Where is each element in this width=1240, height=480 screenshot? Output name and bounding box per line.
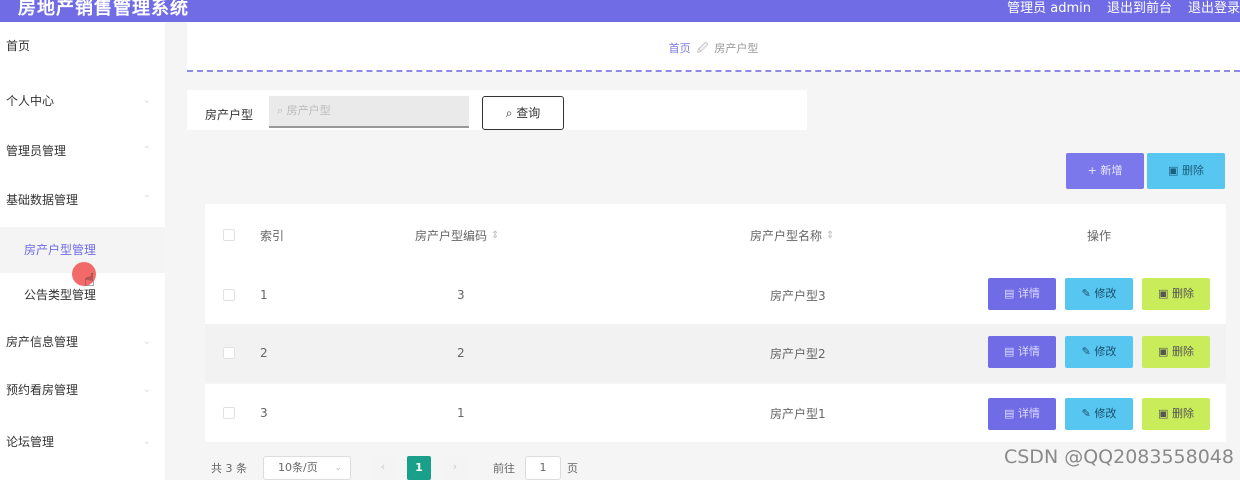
- batch-delete-label: 删除: [1181, 164, 1204, 177]
- chevron-up-icon: ⌃: [142, 194, 151, 205]
- pencil-icon: ✎: [1081, 407, 1091, 420]
- exit-to-front-link[interactable]: 退出到前台: [1107, 0, 1172, 16]
- sidebar: 首页 个人中心 ⌄ 管理员管理 ⌃ 基础数据管理 ⌃ 房产户型管理 公告类型管理 房产…: [0, 22, 165, 480]
- doc-icon: ▤: [1004, 287, 1015, 300]
- batch-delete-button[interactable]: ▣ 删除: [1147, 153, 1225, 189]
- chevron-down-icon: ⌄: [142, 336, 151, 347]
- chevron-down-icon: ⌄: [142, 436, 151, 447]
- page-size-select[interactable]: 10条/页 ⌄: [263, 456, 351, 480]
- sort-icon[interactable]: ⇕: [491, 230, 499, 241]
- cell-index: 1: [260, 288, 268, 302]
- trash-icon: ▣: [1158, 345, 1169, 358]
- breadcrumb: 首页 🖉 房产户型: [187, 22, 1240, 72]
- detail-button[interactable]: ▤ 详情: [988, 278, 1056, 310]
- cell-index: 2: [260, 346, 268, 360]
- column-header-name[interactable]: 房产户型名称 ⇕: [750, 204, 834, 266]
- next-page-button[interactable]: ›: [443, 456, 467, 480]
- watermark: CSDN @QQ2083558048: [1003, 446, 1234, 468]
- page-unit-label: 页: [567, 462, 578, 475]
- pagination-total: 共 3 条: [211, 462, 247, 475]
- chevron-down-icon: ⌄: [142, 95, 151, 106]
- edit-button[interactable]: ✎ 修改: [1065, 398, 1133, 430]
- edit-button[interactable]: ✎ 修改: [1065, 336, 1133, 368]
- doc-icon: ▤: [1004, 345, 1015, 358]
- search-icon: ⌕: [277, 104, 284, 117]
- column-header-actions: 操作: [1087, 228, 1112, 243]
- sidebar-item-label: 房产信息管理: [6, 335, 79, 349]
- cell-code: 2: [457, 346, 465, 360]
- trash-icon: ▣: [1168, 164, 1179, 177]
- sidebar-item-home[interactable]: 首页: [0, 22, 165, 70]
- search-bar: 房产户型 ⌕ 房产户型 ⌕ 查询: [187, 90, 807, 130]
- pencil-icon: ✎: [1081, 345, 1091, 358]
- sidebar-item-label: 首页: [6, 39, 31, 53]
- sidebar-item-label: 论坛管理: [6, 435, 55, 449]
- table-header: 索引 房产户型编码 ⇕ 房产户型名称 ⇕ 操作: [205, 204, 1226, 266]
- sort-icon[interactable]: ⇕: [826, 230, 834, 241]
- table-row: 2 2 房产户型2 ▤ 详情 ✎ 修改 ▣ 删除: [205, 324, 1226, 382]
- main-content: 首页 🖉 房产户型 房产户型 ⌕ 房产户型 ⌕ 查询 + 新增 ▣ 删除 索引 房产…: [165, 22, 1240, 480]
- pin-icon: 🖉: [696, 42, 709, 55]
- trash-icon: ▣: [1158, 407, 1169, 420]
- page-number-button[interactable]: 1: [407, 456, 431, 480]
- sidebar-item-profile[interactable]: 个人中心 ⌄: [0, 77, 165, 125]
- cell-code: 1: [457, 406, 465, 420]
- cell-code: 3: [457, 288, 465, 302]
- sidebar-item-forum[interactable]: 论坛管理 ⌄: [0, 418, 165, 466]
- sidebar-item-label: 预约看房管理: [6, 383, 79, 397]
- top-bar: 房地产销售管理系统 管理员 admin 退出到前台 退出登录: [0, 0, 1240, 22]
- cell-index: 3: [260, 406, 268, 420]
- pencil-icon: ✎: [1081, 287, 1091, 300]
- row-checkbox[interactable]: [223, 347, 235, 359]
- chevron-down-icon: ⌄: [142, 384, 151, 395]
- search-icon: ⌕: [505, 106, 513, 120]
- hand-cursor-icon: ☝: [84, 270, 95, 291]
- table-row: 1 3 房产户型3 ▤ 详情 ✎ 修改 ▣ 删除: [205, 266, 1226, 324]
- detail-button[interactable]: ▤ 详情: [988, 398, 1056, 430]
- breadcrumb-home[interactable]: 首页: [669, 42, 691, 55]
- row-checkbox[interactable]: [223, 289, 235, 301]
- search-button-label: 查询: [516, 106, 541, 120]
- goto-page-input[interactable]: 1: [525, 456, 561, 480]
- search-placeholder: 房产户型: [286, 104, 331, 117]
- search-input[interactable]: ⌕ 房产户型: [269, 96, 469, 128]
- search-label: 房产户型: [205, 108, 254, 122]
- sidebar-item-label: 基础数据管理: [6, 193, 79, 207]
- sidebar-item-house-info[interactable]: 房产信息管理 ⌄: [0, 318, 165, 366]
- trash-icon: ▣: [1158, 287, 1169, 300]
- add-button[interactable]: + 新增: [1066, 153, 1144, 189]
- cell-name: 房产户型2: [770, 346, 826, 361]
- app-title: 房地产销售管理系统: [18, 0, 189, 19]
- top-links: 管理员 admin 退出到前台 退出登录: [1007, 0, 1240, 16]
- column-header-code[interactable]: 房产户型编码 ⇕: [415, 204, 499, 266]
- table-row: 3 1 房产户型1 ▤ 详情 ✎ 修改 ▣ 删除: [205, 384, 1226, 442]
- sidebar-item-admin[interactable]: 管理员管理 ⌃: [0, 127, 165, 175]
- sidebar-item-label: 管理员管理: [6, 144, 67, 158]
- delete-button[interactable]: ▣ 删除: [1142, 336, 1210, 368]
- chevron-down-icon: ⌄: [334, 463, 342, 473]
- breadcrumb-current: 房产户型: [714, 42, 759, 55]
- admin-user-link[interactable]: 管理员 admin: [1007, 0, 1091, 16]
- data-table: 索引 房产户型编码 ⇕ 房产户型名称 ⇕ 操作 1 3 房产户型3 ▤ 详情 ✎ 修…: [205, 204, 1226, 464]
- row-checkbox[interactable]: [223, 407, 235, 419]
- chevron-up-icon: ⌃: [142, 145, 151, 156]
- edit-button[interactable]: ✎ 修改: [1065, 278, 1133, 310]
- detail-button[interactable]: ▤ 详情: [988, 336, 1056, 368]
- sidebar-item-label: 房产户型管理: [24, 243, 97, 257]
- doc-icon: ▤: [1004, 407, 1015, 420]
- delete-button[interactable]: ▣ 删除: [1142, 278, 1210, 310]
- goto-label: 前往: [493, 462, 515, 475]
- cell-name: 房产户型3: [770, 288, 826, 303]
- pagination: 共 3 条 10条/页 ⌄ ‹ 1 › 前往 1 页: [205, 454, 805, 480]
- sidebar-item-basic-data[interactable]: 基础数据管理 ⌃: [0, 176, 165, 224]
- search-button[interactable]: ⌕ 查询: [482, 96, 564, 130]
- select-all-checkbox[interactable]: [223, 229, 235, 241]
- prev-page-button[interactable]: ‹: [371, 456, 395, 480]
- column-header-index: 索引: [260, 228, 285, 243]
- sidebar-item-viewing[interactable]: 预约看房管理 ⌄: [0, 366, 165, 414]
- logout-link[interactable]: 退出登录: [1188, 0, 1240, 16]
- delete-button[interactable]: ▣ 删除: [1142, 398, 1210, 430]
- sidebar-item-label: 个人中心: [6, 94, 55, 108]
- cell-name: 房产户型1: [770, 406, 826, 421]
